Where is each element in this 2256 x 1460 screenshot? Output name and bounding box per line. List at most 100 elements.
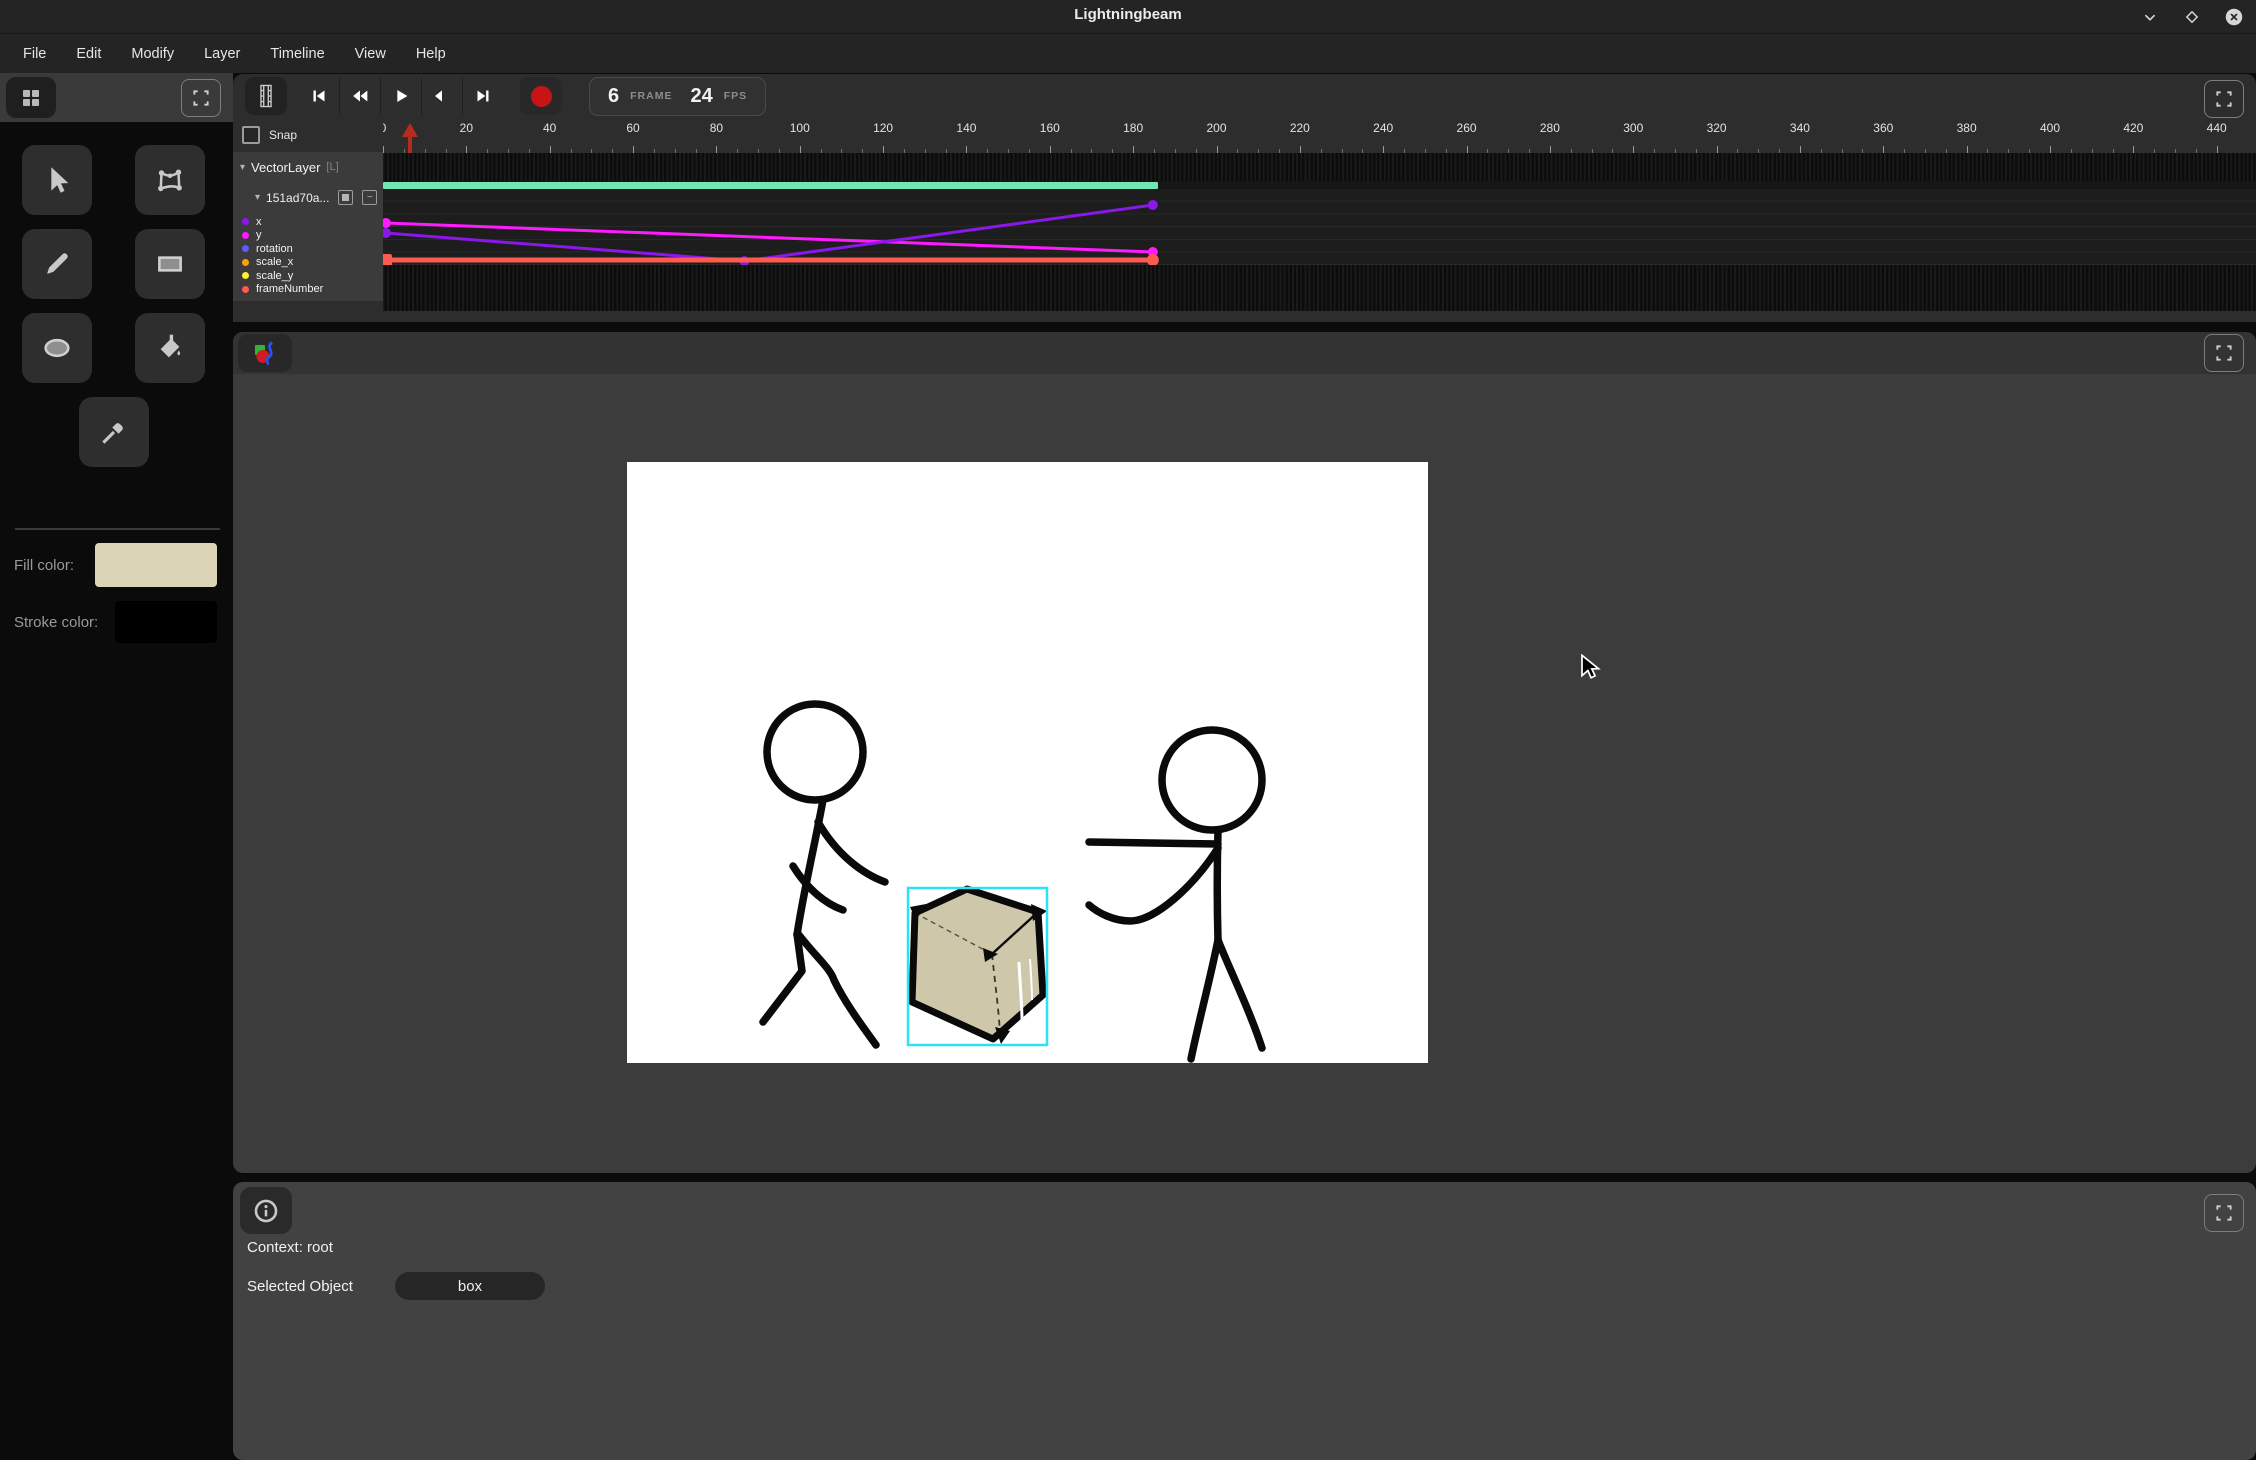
clip-row[interactable] (383, 181, 2256, 189)
record-button[interactable] (520, 77, 562, 115)
ruler-tick (1133, 146, 1134, 153)
ruler-tick (841, 149, 842, 153)
collapse-caret-icon[interactable]: ▾ (255, 192, 260, 203)
ruler-tick (1383, 146, 1384, 153)
box-object[interactable] (908, 888, 1047, 1045)
selected-object-field[interactable]: box (395, 1272, 545, 1300)
rectangle-tool[interactable] (135, 229, 205, 299)
canvas-panel (233, 332, 2256, 1173)
fast-forward-button[interactable] (422, 78, 463, 115)
ruler-label: 100 (790, 121, 810, 135)
square-icon (342, 194, 349, 201)
drawing-canvas[interactable] (627, 462, 1428, 1063)
menu-help[interactable]: Help (401, 40, 461, 68)
property-rotation[interactable]: rotation (233, 242, 383, 256)
property-color-dot (242, 218, 249, 225)
menu-timeline[interactable]: Timeline (255, 40, 339, 68)
snap-row: Snap (233, 118, 383, 152)
play-button[interactable] (381, 78, 422, 115)
timeline-layer-list: Snap ▾ VectorLayer [L] ▾ 151ad70a... ~ x… (233, 118, 383, 322)
canvas-fullscreen-button[interactable] (2204, 334, 2244, 372)
timeline-fullscreen-button[interactable] (2204, 80, 2244, 118)
close-icon[interactable] (2222, 5, 2246, 29)
ruler-label: 60 (626, 121, 639, 135)
tool-sidebar: Fill color: Stroke color: (0, 73, 233, 1460)
snap-checkbox[interactable] (242, 126, 260, 144)
layer-frames-strip[interactable] (383, 153, 2256, 181)
property-scale_x[interactable]: scale_x (233, 256, 383, 270)
property-color-dot (242, 286, 249, 293)
rewind-button[interactable] (340, 78, 381, 115)
context-text: Context: root (247, 1239, 333, 1256)
ruler-label: 80 (710, 121, 723, 135)
timeline-toolbar: 6 FRAME 24 FPS (233, 74, 2256, 118)
info-icon[interactable] (240, 1187, 292, 1234)
frame-ruler[interactable]: 0204060801001201401601802002202402602803… (383, 118, 2256, 153)
ruler-tick (862, 149, 863, 153)
ruler-tick (2008, 149, 2009, 153)
ruler-tick (1279, 149, 1280, 153)
skip-end-button[interactable] (463, 78, 503, 115)
ruler-tick (1925, 149, 1926, 153)
ruler-tick (1300, 146, 1301, 153)
layer-visibility-toggle[interactable] (338, 190, 353, 205)
canvas-header (233, 332, 2256, 374)
ruler-tick (1842, 149, 1843, 153)
layer-row[interactable]: ▾ VectorLayer [L] (233, 152, 383, 182)
ruler-tick (883, 146, 884, 153)
pencil-tool[interactable] (22, 229, 92, 299)
ruler-tick (1592, 149, 1593, 153)
minimize-icon[interactable] (2138, 5, 2162, 29)
stroke-color-label: Stroke color: (14, 614, 98, 631)
ruler-tick (1071, 149, 1072, 153)
fill-color-swatch[interactable] (95, 543, 217, 587)
menu-layer[interactable]: Layer (189, 40, 255, 68)
clip-duration-bar[interactable] (383, 182, 1158, 189)
ruler-tick (821, 149, 822, 153)
property-x[interactable]: x (233, 215, 383, 229)
menu-modify[interactable]: Modify (116, 40, 189, 68)
ruler-label: 280 (1540, 121, 1560, 135)
animation-curves[interactable] (383, 189, 2256, 265)
layer-curve-toggle[interactable]: ~ (362, 190, 377, 205)
ruler-tick (987, 149, 988, 153)
ruler-label: 140 (956, 121, 976, 135)
ruler-tick (1487, 149, 1488, 153)
transform-tool[interactable] (135, 145, 205, 215)
property-label: y (256, 229, 262, 241)
eyedropper-tool[interactable] (79, 397, 149, 467)
shapes-icon[interactable] (238, 334, 292, 372)
menu-view[interactable]: View (340, 40, 401, 68)
collapse-caret-icon[interactable]: ▾ (240, 162, 245, 173)
stroke-color-swatch[interactable] (115, 601, 217, 643)
property-frameNumber[interactable]: frameNumber (233, 283, 383, 297)
ruler-tick (1758, 149, 1759, 153)
property-label: scale_x (256, 256, 293, 268)
sidebar-fullscreen-button[interactable] (181, 79, 221, 117)
tilde-icon: ~ (367, 193, 373, 203)
grid-icon[interactable] (6, 77, 56, 118)
ruler-tick (1550, 146, 1551, 153)
ruler-label: 260 (1457, 121, 1477, 135)
skip-start-button[interactable] (299, 78, 340, 115)
select-tool[interactable] (22, 145, 92, 215)
film-icon[interactable] (245, 77, 287, 115)
property-y[interactable]: y (233, 229, 383, 243)
timeline-track-area[interactable]: 0204060801001201401601802002202402602803… (383, 118, 2256, 322)
timeline-panel: 6 FRAME 24 FPS Snap ▾ VectorLayer [L] ▾ … (233, 74, 2256, 322)
ruler-tick (1779, 149, 1780, 153)
property-scale_y[interactable]: scale_y (233, 269, 383, 283)
paint-bucket-tool[interactable] (135, 313, 205, 383)
ruler-tick (591, 149, 592, 153)
ruler-tick (1404, 149, 1405, 153)
maximize-icon[interactable] (2180, 5, 2204, 29)
ellipse-tool[interactable] (22, 313, 92, 383)
menu-edit[interactable]: Edit (61, 40, 116, 68)
object-row[interactable]: ▾ 151ad70a... ~ (233, 182, 383, 213)
context-fullscreen-button[interactable] (2204, 1194, 2244, 1232)
property-color-dot (242, 272, 249, 279)
ruler-tick (1175, 149, 1176, 153)
frames-strip[interactable] (383, 265, 2256, 311)
ruler-tick (2050, 146, 2051, 153)
menu-file[interactable]: File (8, 40, 61, 68)
